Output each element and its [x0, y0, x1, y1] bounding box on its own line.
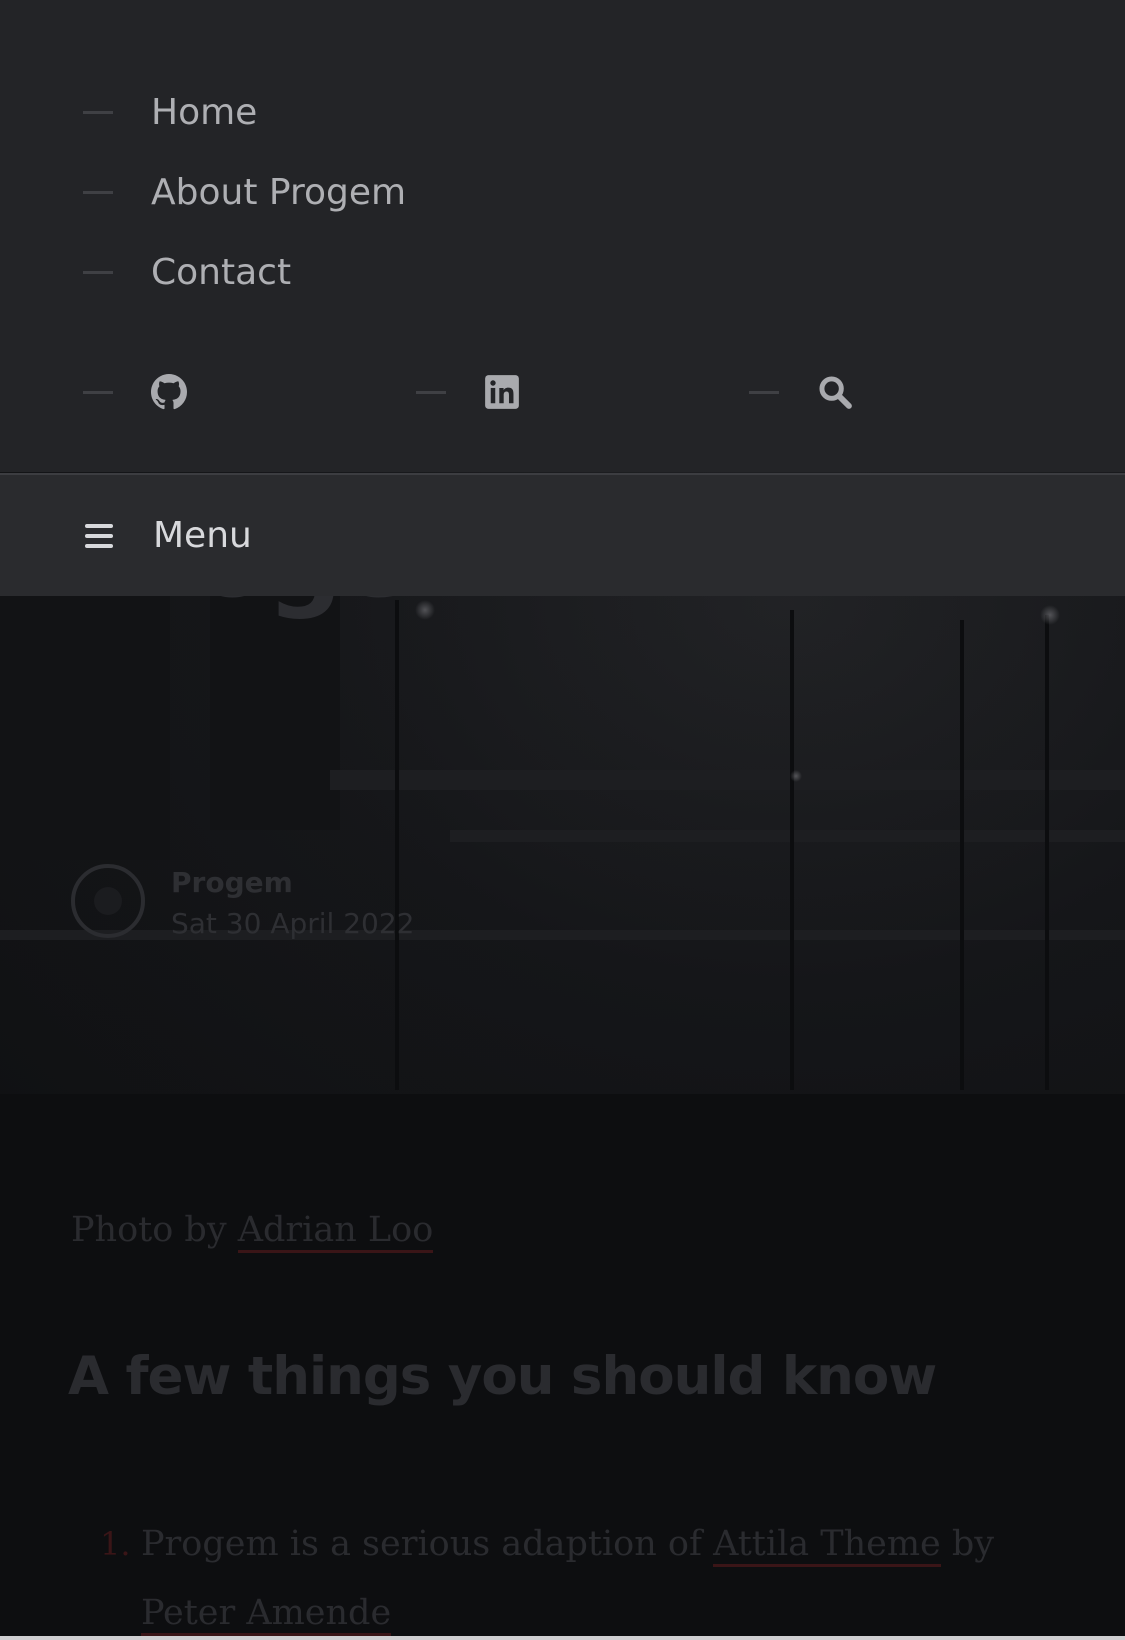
nav-label[interactable]: About Progem	[151, 172, 406, 213]
list-text-middle: by	[951, 1524, 995, 1564]
dash-marker	[83, 390, 113, 394]
linkedin-link[interactable]	[416, 366, 520, 418]
section-heading: A few things you should know	[68, 1346, 937, 1407]
list-text-before: Progem is a serious adaption of	[141, 1524, 702, 1564]
linkedin-icon[interactable]	[484, 374, 520, 410]
dash-marker	[416, 390, 446, 394]
photo-credit-link[interactable]: Adrian Loo	[237, 1210, 434, 1253]
attila-theme-link[interactable]: Attila Theme	[713, 1524, 941, 1567]
nav-item-contact[interactable]: Contact	[0, 232, 406, 312]
menu-label[interactable]: Menu	[153, 515, 252, 556]
social-row	[0, 366, 1125, 418]
dash-marker	[83, 270, 113, 274]
nav-item-home[interactable]: Home	[0, 72, 406, 152]
search-link[interactable]	[749, 366, 853, 418]
photo-credit-prefix: Photo by	[71, 1210, 227, 1250]
page: Progem Progem Sat 30 April 2022 Photo by…	[0, 0, 1125, 1640]
search-icon[interactable]	[817, 374, 853, 410]
nav-panel: Home About Progem Contact	[0, 0, 1125, 472]
post-date: Sat 30 April 2022	[171, 907, 415, 940]
bottom-edge	[0, 1636, 1125, 1640]
github-link[interactable]	[83, 366, 187, 418]
author-name[interactable]: Progem	[171, 866, 293, 899]
author-avatar[interactable]	[71, 864, 145, 938]
photo-credit: Photo by Adrian Loo	[71, 1210, 434, 1253]
nav-list: Home About Progem Contact	[0, 72, 406, 312]
dash-marker	[749, 390, 779, 394]
dash-marker	[83, 190, 113, 194]
menu-toggle-button[interactable]: Menu	[0, 473, 1125, 596]
nav-item-about[interactable]: About Progem	[0, 152, 406, 232]
feature-list: 1. Progem is a serious adaption of Attil…	[96, 1510, 1056, 1640]
nav-label[interactable]: Home	[151, 92, 257, 133]
list-marker: 1.	[100, 1525, 131, 1563]
hamburger-menu-icon[interactable]	[85, 523, 113, 548]
nav-label[interactable]: Contact	[151, 252, 291, 293]
peter-amende-link[interactable]: Peter Amende	[141, 1593, 392, 1636]
list-item: 1. Progem is a serious adaption of Attil…	[96, 1510, 1056, 1640]
github-icon[interactable]	[151, 374, 187, 410]
dash-marker	[83, 110, 113, 114]
